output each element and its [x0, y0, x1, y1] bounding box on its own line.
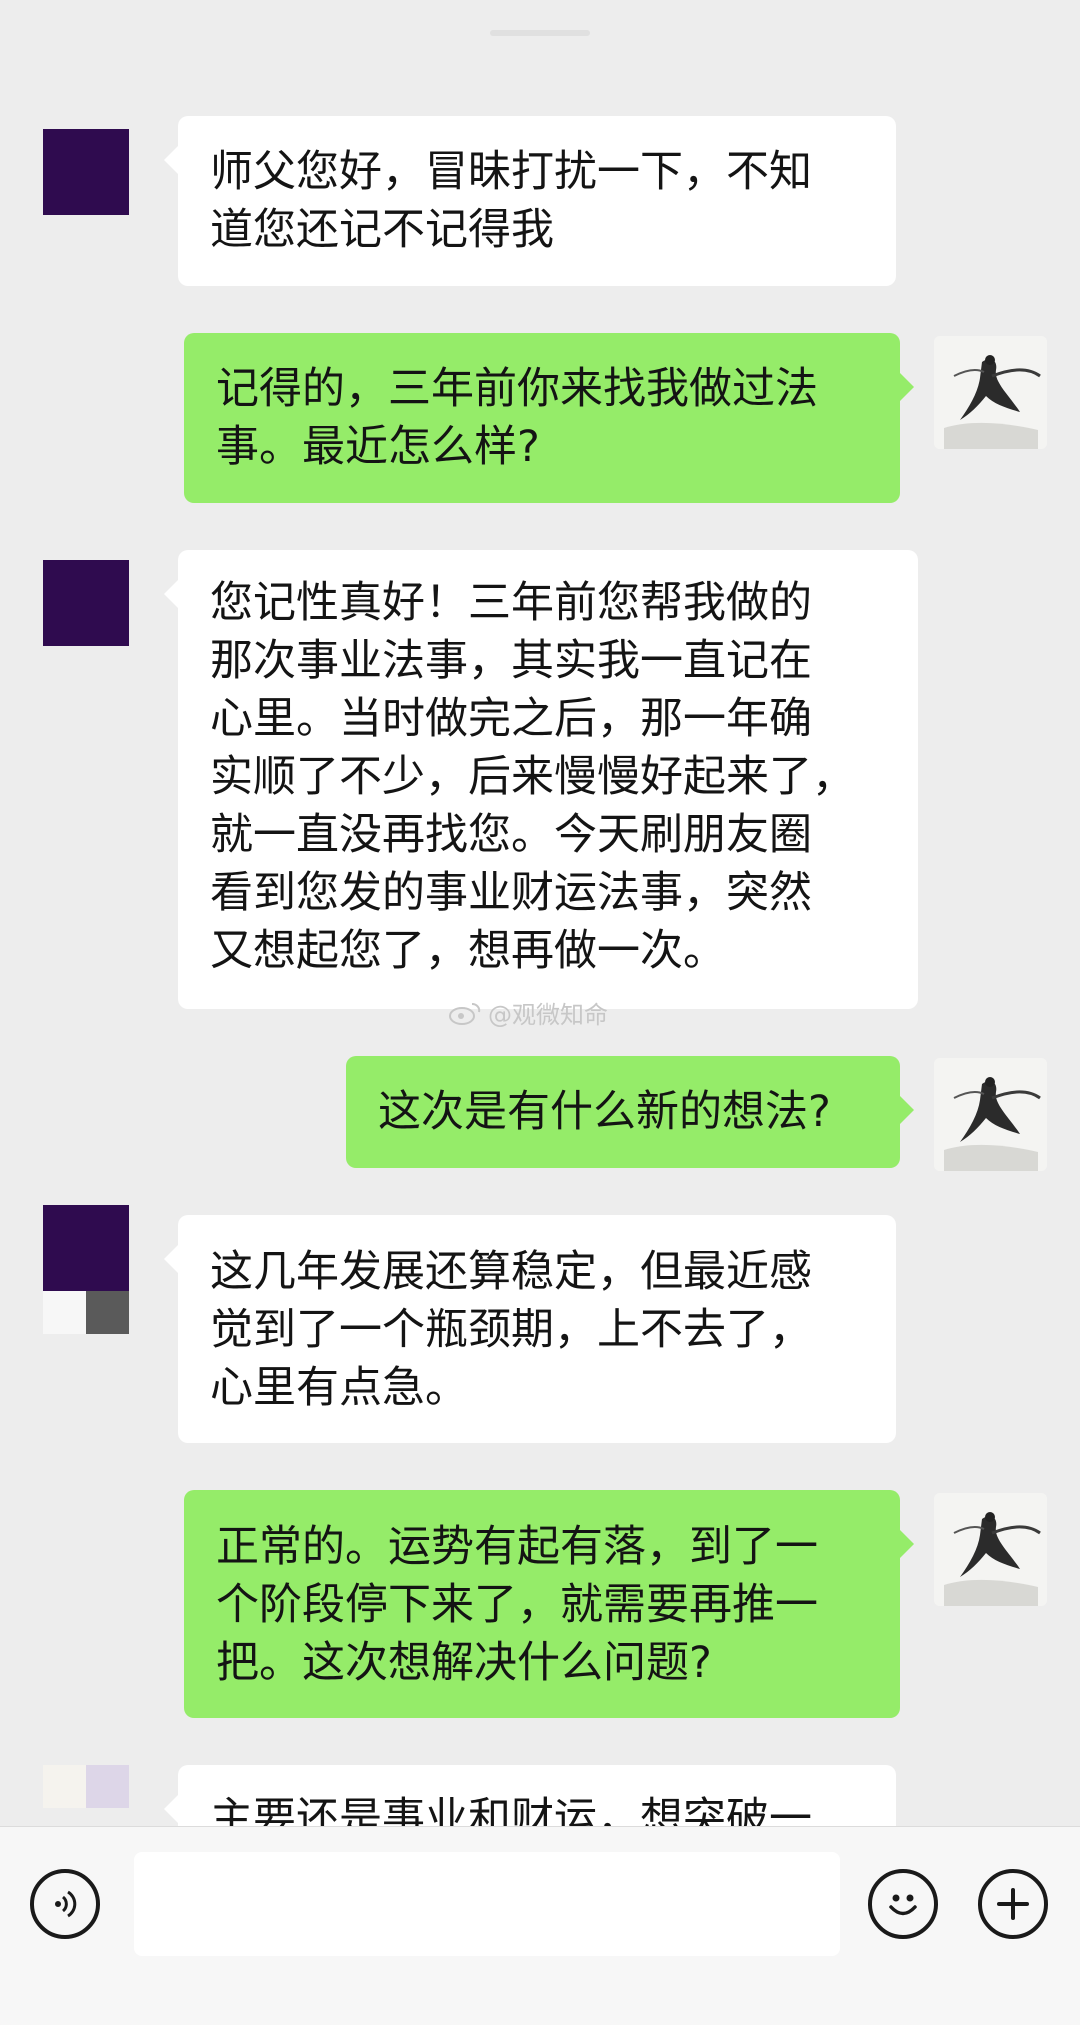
received-message-bubble[interactable]: 您记性真好！三年前您帮我做的 那次事业法事，其实我一直记在 心里。当时做完之后，…: [164, 550, 918, 1009]
avatar-fragment: [86, 1765, 129, 1808]
sent-message-bubble[interactable]: 正常的。运势有起有落，到了一 个阶段停下来了，就需要再推一 把。这次想解决什么问…: [184, 1490, 914, 1718]
more-options-button[interactable]: [978, 1869, 1048, 1939]
self-avatar[interactable]: [934, 336, 1047, 449]
contact-avatar[interactable]: [43, 129, 129, 215]
ink-painting-figure-icon: [934, 1058, 1047, 1171]
self-avatar[interactable]: [934, 1058, 1047, 1171]
weibo-icon: [449, 1002, 481, 1025]
watermark-text: @观微知命: [488, 1001, 608, 1029]
message-text: 主要还是事业和财运，想突破一: [210, 1794, 812, 1826]
voice-icon: [55, 1890, 77, 1918]
message-text: 您记性真好！三年前您帮我做的 那次事业法事，其实我一直记在 心里。当时做完之后，…: [210, 578, 855, 976]
avatar-fragment: [43, 1291, 86, 1334]
message-text: 这几年发展还算稳定，但最近感 觉到了一个瓶颈期，上不去了， 心里有点急。: [210, 1247, 812, 1413]
avatar-fragment: [86, 1291, 129, 1334]
contact-avatar[interactable]: [43, 1205, 129, 1291]
message-text: 这次是有什么新的想法?: [378, 1087, 831, 1137]
received-message-bubble[interactable]: 师父您好，冒昧打扰一下，不知 道您还记不记得我: [164, 116, 896, 286]
emoji-icon: [889, 1894, 917, 1916]
ink-painting-figure-icon: [934, 1493, 1047, 1606]
message-text: 记得的，三年前你来找我做过法 事。最近怎么样?: [216, 364, 818, 472]
emoji-button[interactable]: [868, 1869, 938, 1939]
sent-message-bubble[interactable]: 这次是有什么新的想法?: [346, 1056, 914, 1168]
avatar-fragment: [43, 1765, 86, 1808]
voice-button[interactable]: [30, 1869, 100, 1939]
input-toolbar: [0, 1826, 1080, 2025]
message-text: 师父您好，冒昧打扰一下，不知 道您还记不记得我: [210, 147, 812, 255]
chat-area[interactable]: 师父您好，冒昧打扰一下，不知 道您还记不记得我 记得的，三年前你来找我做过法 事…: [0, 0, 1080, 1826]
plus-icon: [997, 1888, 1029, 1920]
sent-message-bubble[interactable]: 记得的，三年前你来找我做过法 事。最近怎么样?: [184, 333, 914, 503]
self-avatar[interactable]: [934, 1493, 1047, 1606]
message-input[interactable]: [134, 1852, 840, 1956]
contact-avatar[interactable]: [43, 560, 129, 646]
ink-painting-figure-icon: [934, 336, 1047, 449]
watermark: @观微知命: [448, 995, 608, 1030]
message-text: 正常的。运势有起有落，到了一 个阶段停下来了，就需要再推一 把。这次想解决什么问…: [216, 1522, 818, 1688]
received-message-bubble[interactable]: 主要还是事业和财运，想突破一: [164, 1765, 896, 1826]
top-handle: [490, 30, 590, 36]
received-message-bubble[interactable]: 这几年发展还算稳定，但最近感 觉到了一个瓶颈期，上不去了， 心里有点急。: [164, 1215, 896, 1443]
